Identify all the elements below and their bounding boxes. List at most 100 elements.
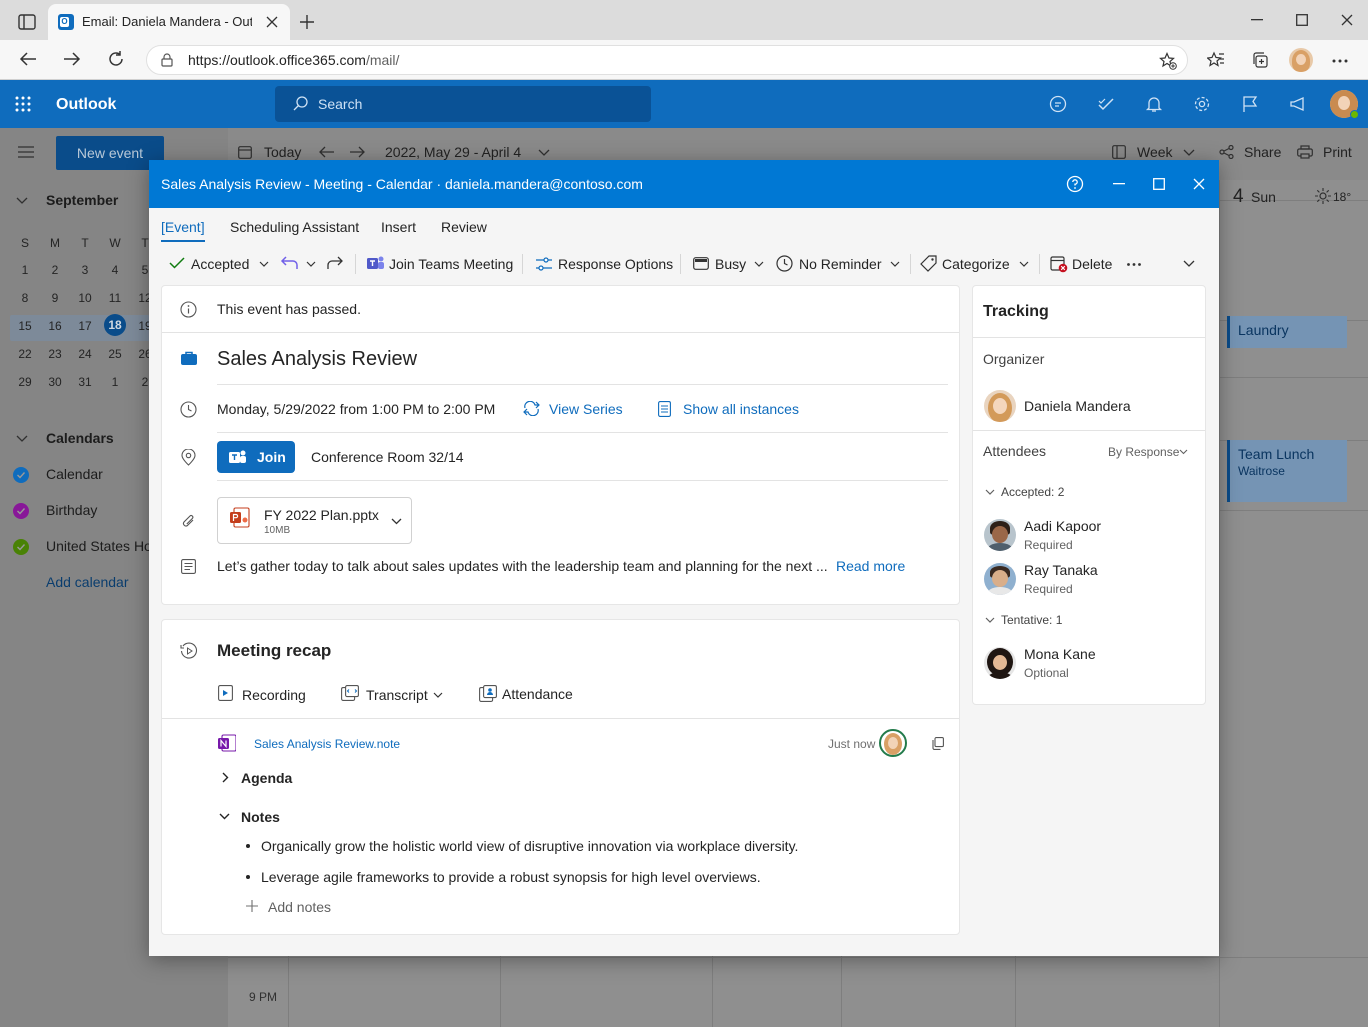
mini-calendar-day[interactable]: 31 <box>70 374 100 390</box>
mini-calendar-day[interactable]: 3 <box>70 262 100 278</box>
chevron-down-icon[interactable] <box>1183 149 1195 156</box>
back-icon[interactable] <box>19 51 37 67</box>
close-window-icon[interactable] <box>1341 14 1353 26</box>
chevron-down-icon[interactable] <box>538 149 550 156</box>
user-avatar[interactable] <box>1330 90 1359 119</box>
tab-scheduling-assistant[interactable]: Scheduling Assistant <box>230 219 359 235</box>
delete-button[interactable]: Delete <box>1072 256 1112 272</box>
mini-calendar-day[interactable]: 22 <box>10 346 40 362</box>
sort-by-response-dropdown[interactable]: By Response <box>1108 445 1179 459</box>
mini-calendar-day-selected[interactable]: 18 <box>104 314 126 336</box>
chevron-down-icon[interactable] <box>433 692 443 698</box>
join-teams-meeting-button[interactable]: Join Teams Meeting <box>389 256 513 272</box>
feedback-megaphone-icon[interactable] <box>1289 95 1307 113</box>
tab-actions-icon[interactable] <box>18 14 36 30</box>
browser-menu-icon[interactable] <box>1332 59 1348 63</box>
previous-week-icon[interactable] <box>318 145 334 159</box>
settings-gear-icon[interactable] <box>1193 95 1211 113</box>
copy-icon[interactable] <box>932 737 944 750</box>
chevron-right-icon[interactable] <box>222 772 229 783</box>
chevron-down-icon[interactable] <box>985 617 995 623</box>
minimize-window-icon[interactable] <box>1251 19 1263 21</box>
help-icon[interactable] <box>1066 175 1084 193</box>
app-name[interactable]: Outlook <box>56 96 116 114</box>
new-event-button[interactable]: New event <box>56 136 164 170</box>
note-bullet[interactable]: Organically grow the holistic world view… <box>261 838 798 854</box>
tentative-group-label[interactable]: Tentative: 1 <box>1001 613 1062 627</box>
accepted-group-label[interactable]: Accepted: 2 <box>1001 485 1064 499</box>
notes-section[interactable]: Notes <box>241 809 280 825</box>
note-bullet[interactable]: Leverage agile frameworks to provide a r… <box>261 869 761 885</box>
recording-button[interactable]: Recording <box>242 687 306 703</box>
mini-calendar-day[interactable]: 1 <box>10 262 40 278</box>
mini-calendar-day[interactable]: 11 <box>100 290 130 306</box>
note-file-link[interactable]: Sales Analysis Review.note <box>254 737 400 751</box>
accepted-button[interactable]: Accepted <box>191 256 249 272</box>
view-switcher[interactable]: Week <box>1137 144 1173 160</box>
busy-dropdown[interactable]: Busy <box>715 256 746 272</box>
todo-icon[interactable] <box>1097 95 1115 113</box>
mini-calendar-day[interactable]: 16 <box>40 318 70 334</box>
reminder-dropdown[interactable]: No Reminder <box>799 256 881 272</box>
collapse-month-chevron-icon[interactable] <box>16 197 28 204</box>
browser-profile-avatar[interactable] <box>1289 48 1313 72</box>
chevron-down-icon[interactable] <box>219 813 230 820</box>
organizer-avatar[interactable] <box>984 390 1016 422</box>
add-favorite-icon[interactable] <box>1159 52 1177 70</box>
view-series-link[interactable]: View Series <box>549 401 623 417</box>
event-laundry[interactable]: Laundry <box>1227 316 1347 348</box>
app-launcher-icon[interactable] <box>15 96 31 112</box>
today-button[interactable]: Today <box>264 144 301 160</box>
attachment-card[interactable]: FY 2022 Plan.pptx 10MB <box>217 497 412 544</box>
search-input[interactable]: Search <box>275 86 651 122</box>
chevron-down-icon[interactable] <box>259 261 269 267</box>
chevron-down-icon[interactable] <box>754 261 764 267</box>
tab-insert[interactable]: Insert <box>381 219 416 235</box>
calendar-today-icon[interactable] <box>238 145 252 159</box>
mini-calendar-day[interactable]: 2 <box>40 262 70 278</box>
date-range-label[interactable]: 2022, May 29 - April 4 <box>385 144 521 160</box>
chevron-down-icon[interactable] <box>1179 449 1188 455</box>
chevron-down-icon[interactable] <box>985 489 995 495</box>
mini-calendar-day[interactable]: 30 <box>40 374 70 390</box>
attendance-button[interactable]: Attendance <box>502 686 573 702</box>
mini-calendar-day[interactable]: 10 <box>70 290 100 306</box>
reply-icon[interactable] <box>280 256 298 270</box>
organizer-name[interactable]: Daniela Mandera <box>1024 398 1131 414</box>
flag-icon[interactable] <box>1241 95 1259 113</box>
attendee-avatar[interactable] <box>984 563 1016 595</box>
favorites-icon[interactable] <box>1207 51 1225 69</box>
event-datetime[interactable]: Monday, 5/29/2022 from 1:00 PM to 2:00 P… <box>217 401 495 417</box>
mini-calendar-day[interactable]: 17 <box>70 318 100 334</box>
print-icon[interactable] <box>1297 145 1313 159</box>
categorize-dropdown[interactable]: Categorize <box>942 256 1010 272</box>
event-title[interactable]: Sales Analysis Review <box>217 348 417 371</box>
more-options-icon[interactable] <box>1127 263 1141 266</box>
notification-bell-icon[interactable] <box>1145 95 1163 113</box>
calendars-heading[interactable]: Calendars <box>46 430 114 446</box>
collections-icon[interactable] <box>1251 51 1269 69</box>
refresh-icon[interactable] <box>107 50 125 68</box>
read-more-link[interactable]: Read more <box>836 558 905 574</box>
chevron-down-icon[interactable] <box>1019 261 1029 267</box>
dialog-close-icon[interactable] <box>1193 178 1205 190</box>
attendee-avatar[interactable] <box>984 519 1016 551</box>
collapse-calendars-chevron-icon[interactable] <box>16 435 28 442</box>
dialog-minimize-icon[interactable] <box>1113 183 1125 185</box>
share-icon[interactable] <box>1219 145 1235 159</box>
next-week-icon[interactable] <box>350 145 366 159</box>
join-button[interactable]: Join <box>217 441 295 473</box>
chat-icon[interactable] <box>1049 95 1067 113</box>
mini-calendar-day[interactable]: 29 <box>10 374 40 390</box>
forward-icon[interactable] <box>63 51 81 67</box>
note-author-avatar[interactable] <box>879 729 907 757</box>
attendee-name[interactable]: Mona Kane <box>1024 646 1096 662</box>
tab-event[interactable]: [Event] <box>161 219 205 235</box>
event-team-lunch[interactable]: Team Lunch Waitrose <box>1227 440 1347 502</box>
dialog-maximize-icon[interactable] <box>1153 178 1165 190</box>
tab-review[interactable]: Review <box>441 219 487 235</box>
new-tab-icon[interactable] <box>299 14 315 30</box>
chevron-down-icon[interactable] <box>391 518 402 525</box>
mini-calendar-month[interactable]: September <box>46 192 118 208</box>
add-calendar-link[interactable]: Add calendar <box>46 574 129 590</box>
